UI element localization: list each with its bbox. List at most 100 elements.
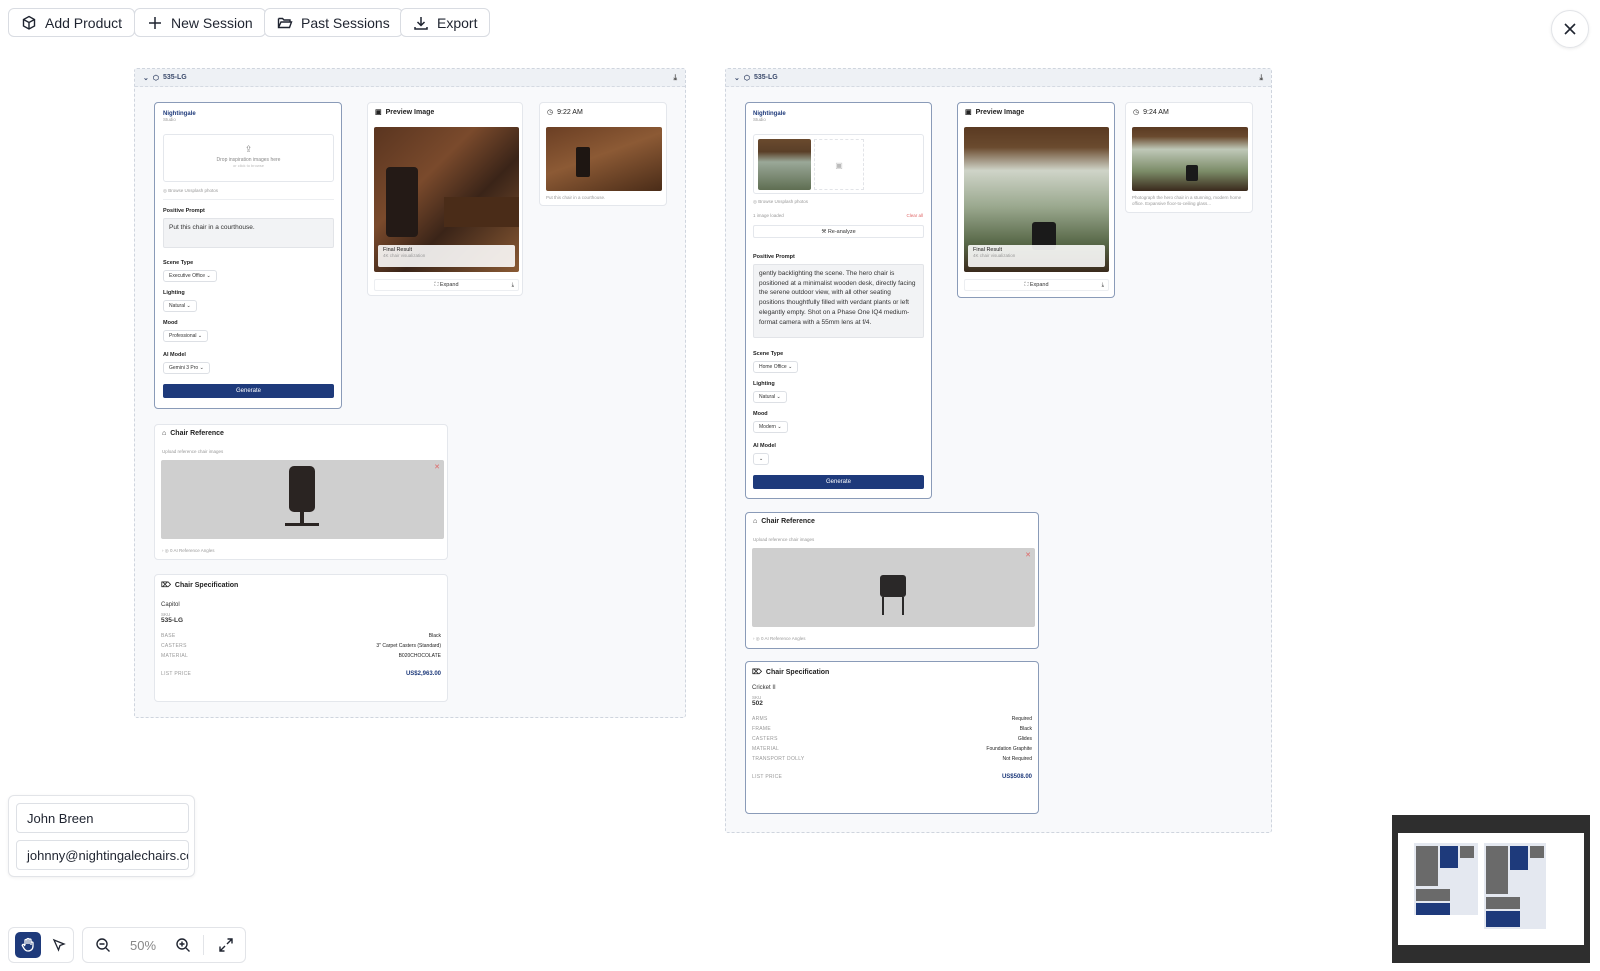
download-icon[interactable]: ⤓: [1102, 280, 1104, 291]
browse-unsplash-link[interactable]: ◎ Browse Unsplash photos: [163, 188, 218, 194]
spec-row: ARMS Required: [752, 716, 1032, 722]
minimap-frame: [1484, 843, 1546, 929]
history-thumbnail[interactable]: [1132, 127, 1248, 191]
browse-unsplash-label: Browse Unsplash photos: [758, 199, 808, 204]
mood-select[interactable]: Professional ⌄: [163, 330, 209, 342]
zoom-in-button[interactable]: [173, 937, 193, 953]
sku-value: 535-LG: [161, 617, 184, 624]
preview-photo[interactable]: Final Result 4K chair visualization: [964, 127, 1109, 272]
inspiration-card: Nightingale Studio ⇪ Drop inspiration im…: [154, 102, 342, 409]
reference-angles[interactable]: › ◎ 0 AI Reference Angles: [753, 636, 805, 642]
history-card[interactable]: ◷ 9:22 AM Put this chair in a courthouse.: [539, 102, 667, 206]
new-session-button[interactable]: New Session: [134, 8, 266, 37]
chair-spec-header: ⌦ Chair Specification: [161, 581, 441, 590]
scene-type-select[interactable]: Home Office ⌄: [753, 361, 799, 373]
preview-photo[interactable]: Final Result 4K chair visualization: [374, 127, 519, 272]
chevron-down-icon[interactable]: ⌄: [734, 74, 740, 82]
scene-type-select[interactable]: Executive Office ⌄: [163, 270, 217, 282]
inspiration-images[interactable]: ▣: [753, 134, 924, 194]
download-icon[interactable]: ⤓: [673, 73, 677, 83]
new-session-label: New Session: [171, 14, 253, 31]
chair-spec-title: Chair Specification: [174, 581, 239, 589]
minimap-block: [1486, 846, 1508, 894]
download-icon: [414, 16, 428, 30]
spec-row: MATERIAL Foundation Graphite: [752, 746, 1032, 752]
package-plus-icon: [22, 15, 36, 30]
past-sessions-button[interactable]: Past Sessions: [264, 8, 403, 37]
frame-title: 535-LG: [163, 74, 187, 81]
preview-header: ▣ Preview Image: [375, 108, 434, 117]
session-frame-1[interactable]: ⌄ ⬡ 535-LG ⤓ Nightingale Studio ⇪ Drop i…: [134, 68, 686, 718]
download-icon[interactable]: ⤓: [512, 280, 514, 291]
zoom-level: 50%: [129, 937, 157, 953]
download-icon[interactable]: ⤓: [1259, 73, 1263, 83]
clock-icon: ◷: [547, 109, 554, 116]
lighting-value: Natural: [169, 303, 186, 309]
add-product-label: Add Product: [45, 14, 123, 31]
browse-unsplash-link[interactable]: ◎ Browse Unsplash photos: [753, 199, 808, 205]
history-card[interactable]: ◷ 9:24 AM Photograph the hero chair in a …: [1125, 102, 1253, 213]
session-frame-2[interactable]: ⌄ ⬡ 535-LG ⤓ Nightingale Studio ▣ ◎ Brow…: [725, 68, 1272, 833]
positive-prompt-label: Positive Prompt: [753, 254, 795, 260]
reanalyze-button[interactable]: ⚒ Re-analyze: [753, 225, 924, 238]
clear-all-link[interactable]: Clear all: [906, 213, 923, 218]
tag-icon: ⌦: [752, 669, 762, 676]
expand-button[interactable]: ⛶ Expand ⤓: [964, 279, 1109, 291]
user-email-field[interactable]: johnny@nightingalechairs.com: [16, 840, 189, 870]
hand-tool-button[interactable]: [15, 932, 41, 958]
spec-key: MATERIAL: [161, 653, 189, 659]
final-result-overlay: Final Result 4K chair visualization: [378, 245, 515, 267]
close-button[interactable]: [1551, 10, 1589, 48]
preview-card: ▣ Preview Image Final Result 4K chair vis…: [957, 102, 1115, 298]
add-product-button[interactable]: Add Product: [8, 8, 136, 37]
chair-reference-sub: Upload reference chair images: [162, 449, 224, 454]
preview-title: Preview Image: [975, 108, 1025, 116]
export-button[interactable]: Export: [400, 8, 491, 37]
add-image-slot[interactable]: ▣: [814, 139, 864, 190]
cube-icon: ⬡: [152, 74, 159, 82]
chair-reference-image[interactable]: ✕: [161, 460, 444, 539]
drop-zone[interactable]: ⇪ Drop inspiration images here or click …: [163, 134, 334, 182]
remove-icon[interactable]: ✕: [434, 463, 440, 471]
spec-value: Not Required: [1002, 756, 1032, 762]
spec-row: TRANSPORT DOLLY Not Required: [752, 756, 1032, 762]
spec-row: MATERIAL B020CHOCOLATE: [161, 653, 441, 659]
zoom-out-button[interactable]: [93, 937, 113, 953]
chevron-right-icon: › ◎: [162, 548, 170, 553]
ai-model-label: AI Model: [753, 443, 776, 449]
reference-angles[interactable]: › ◎ 0 AI Reference Angles: [162, 548, 214, 554]
ai-model-select[interactable]: Gemini 3 Pro ⌄: [163, 362, 210, 374]
fit-view-button[interactable]: [216, 937, 236, 953]
positive-prompt-input[interactable]: gently backlighting the scene. The hero …: [753, 264, 924, 338]
chair-reference-card: ⌂ Chair Reference Upload reference chair …: [745, 512, 1039, 649]
chevron-down-icon: ⌄: [788, 364, 793, 370]
reanalyze-label: Re-analyze: [827, 229, 856, 235]
ai-model-select[interactable]: ⌄: [753, 453, 770, 465]
list-price-row: LIST PRICE US$2,963.00: [161, 671, 441, 677]
chair-spec-card: ⌦ Chair Specification Capitol SKU 535-LG …: [154, 574, 448, 702]
history-header: ◷ 9:24 AM: [1133, 108, 1169, 117]
tag-icon: ⌦: [161, 582, 171, 589]
generate-button[interactable]: Generate: [753, 475, 924, 489]
chair-name: Cricket II: [752, 685, 776, 691]
expand-button[interactable]: ⛶ Expand ⤓: [374, 279, 519, 291]
lighting-select[interactable]: Natural ⌄: [753, 391, 787, 403]
user-name-field[interactable]: John Breen: [16, 803, 189, 833]
lighting-select[interactable]: Natural ⌄: [163, 300, 197, 312]
chevron-down-icon[interactable]: ⌄: [143, 74, 149, 82]
plus-icon: [149, 16, 161, 29]
remove-icon[interactable]: ✕: [1025, 551, 1031, 559]
final-result-sub: 4K chair visualization: [973, 253, 1016, 258]
select-tool-button[interactable]: [49, 932, 69, 958]
chair-reference-sub: Upload reference chair images: [753, 537, 815, 542]
chevron-down-icon: ⌄: [777, 424, 782, 430]
positive-prompt-input[interactable]: Put this chair in a courthouse.: [163, 218, 334, 248]
inspiration-thumbnail[interactable]: [758, 139, 811, 190]
history-thumbnail[interactable]: [546, 127, 662, 191]
chair-reference-image[interactable]: ✕: [752, 548, 1035, 627]
list-price: US$2,963.00: [405, 671, 441, 677]
minimap[interactable]: [1392, 815, 1590, 963]
mood-select[interactable]: Modern ⌄: [753, 421, 788, 433]
spec-value: Glides: [1017, 736, 1032, 742]
generate-button[interactable]: Generate: [163, 384, 334, 398]
